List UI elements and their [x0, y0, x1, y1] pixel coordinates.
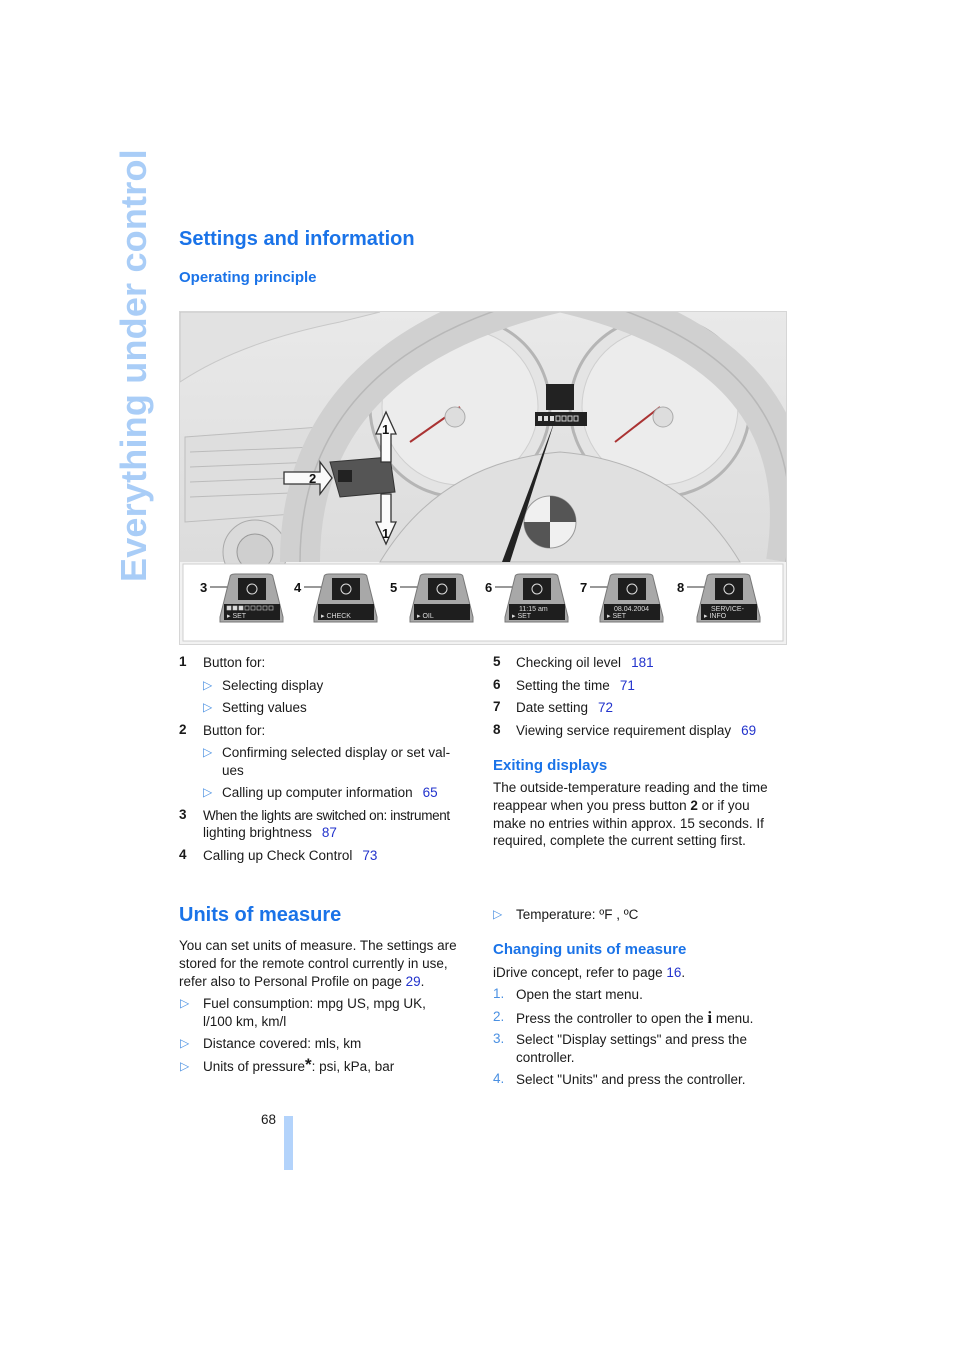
legend-text-cont: lighting brightness 87: [203, 825, 337, 840]
bullet-triangle-icon: ▷: [180, 1059, 190, 1073]
section-subtitle: Operating principle: [179, 269, 317, 286]
bullet-triangle-icon: ▷: [203, 678, 213, 692]
callout-number: 6: [485, 580, 492, 595]
legend-text: Setting the time 71: [516, 678, 635, 693]
paragraph-line: You can set units of measure. The settin…: [179, 938, 457, 953]
exiting-displays-title: Exiting displays: [493, 757, 608, 774]
dashboard-illustration: 1 2 1 3 ▸ SET 4 ▸ CHECK 5 ▸ OIL 6 11:15 am ▸ SET…: [179, 311, 787, 645]
callout-number: 7: [580, 580, 587, 595]
center-display-bar: [535, 412, 587, 426]
display-line1: 11:15 am: [519, 606, 548, 613]
legend-num: 2: [179, 722, 187, 737]
page-link[interactable]: 87: [322, 825, 337, 840]
dashboard-drawing: 1 2 1 3▸ SET4▸ CHECK5▸ OIL611:15 am▸ SET…: [180, 312, 786, 642]
oil-can-icon: [428, 578, 456, 600]
display-line2: ▸ SET: [607, 613, 627, 620]
legend-subitem: Selecting display: [222, 678, 324, 693]
legend-num: 8: [493, 722, 501, 737]
car-icon: [332, 578, 360, 600]
legend-num: 4: [179, 847, 187, 862]
arrow-label-1-up: 1: [382, 422, 389, 437]
display-line2: ▸ CHECK: [321, 613, 351, 620]
bullet-triangle-icon: ▷: [203, 745, 213, 759]
step-text: Select "Units" and press the controller.: [516, 1072, 746, 1087]
step-text: Press the controller to open the i menu.: [516, 1008, 754, 1027]
page-link[interactable]: 69: [741, 723, 756, 738]
legend-subitem: Setting values: [222, 700, 307, 715]
step-number: 1.: [493, 986, 505, 1001]
legend-num: 1: [179, 654, 187, 669]
legend-subitem-cont: ues: [222, 763, 244, 778]
legend-text: Checking oil level 181: [516, 655, 654, 670]
bullet-triangle-icon: ▷: [203, 785, 213, 799]
callout-number: 8: [677, 580, 684, 595]
arrow-label-1-down: 1: [382, 526, 389, 541]
legend-subitem: Calling up computer information 65: [222, 785, 438, 800]
step-text-cont: controller.: [516, 1050, 575, 1065]
legend-num: 7: [493, 699, 501, 714]
callout-number: 4: [294, 580, 302, 595]
page-link[interactable]: 73: [362, 848, 377, 863]
paragraph-line: make no entries within approx. 15 second…: [493, 816, 764, 831]
paragraph-line: The outside-temperature reading and the …: [493, 780, 768, 795]
instrument-lighting-icon: [238, 578, 266, 600]
legend-text: Button for:: [203, 655, 266, 670]
list-item: Fuel consumption: mpg US, mpg UK,: [203, 996, 426, 1011]
page-link[interactable]: 72: [598, 700, 613, 715]
page-marker-bar: [284, 1116, 293, 1170]
list-item: Temperature: ºF , ºC: [516, 907, 639, 922]
legend-num: 3: [179, 807, 187, 822]
display-line1: SERVICE-: [711, 606, 745, 613]
units-title: Units of measure: [179, 904, 342, 926]
clock-icon: [523, 578, 551, 600]
display-line2: ▸ SET: [512, 613, 532, 620]
page-link[interactable]: 181: [631, 655, 654, 670]
step-number: 2.: [493, 1009, 505, 1024]
page-link[interactable]: 65: [423, 785, 438, 800]
changing-intro: iDrive concept, refer to page 16.: [493, 965, 686, 980]
step-text: Open the start menu.: [516, 987, 643, 1002]
bullet-triangle-icon: ▷: [180, 996, 190, 1010]
legend-text: Date setting 72: [516, 700, 614, 715]
page-link[interactable]: 29: [406, 974, 421, 989]
bullet-triangle-icon: ▷: [180, 1036, 190, 1050]
list-item-cont: l/100 km, km/l: [203, 1014, 287, 1029]
changing-units-title: Changing units of measure: [493, 941, 687, 958]
legend-text: Calling up Check Control 73: [203, 848, 378, 863]
legend-num: 6: [493, 677, 501, 692]
legend-text: Viewing service requirement display 69: [516, 723, 757, 738]
list-item: Units of pressure*: psi, kPa, bar: [203, 1055, 395, 1074]
callout-number: 3: [200, 580, 207, 595]
bullet-triangle-icon: ▷: [493, 907, 503, 921]
legend-subitem: Confirming selected display or set val-: [222, 745, 451, 760]
paragraph-line: stored for the remote control currently …: [179, 956, 448, 971]
bullet-triangle-icon: ▷: [203, 700, 213, 714]
car-service-icon: [715, 578, 743, 600]
display-line2: ▸ SET: [227, 613, 247, 620]
center-display-icon: [546, 384, 574, 410]
legend-text: Button for:: [203, 723, 266, 738]
page-number: 68: [261, 1112, 277, 1127]
page-link[interactable]: 71: [620, 678, 635, 693]
paragraph-line: reappear when you press button 2 or if y…: [493, 798, 750, 813]
step-text: Select "Display settings" and press the: [516, 1032, 747, 1047]
arrow-label-2: 2: [309, 471, 316, 486]
section-title: Settings and information: [179, 228, 415, 250]
display-line2: ▸ INFO: [704, 613, 727, 620]
paragraph-line: refer also to Personal Profile on page 2…: [179, 974, 425, 989]
step-number: 4.: [493, 1071, 505, 1086]
optional-equipment-star-icon: *: [305, 1055, 312, 1074]
calendar-icon: [618, 578, 646, 600]
legend-text: When the lights are switched on: instrum…: [203, 808, 450, 823]
page-link[interactable]: 16: [666, 965, 681, 980]
display-line1: 08.04.2004: [614, 606, 649, 613]
legend-num: 5: [493, 654, 501, 669]
list-item: Distance covered: mls, km: [203, 1036, 362, 1051]
step-number: 3.: [493, 1031, 505, 1046]
button-ref: 2: [690, 798, 698, 813]
paragraph-line: required, complete the current setting f…: [493, 833, 746, 848]
callout-number: 5: [390, 580, 397, 595]
chapter-side-title: Everything under control: [113, 149, 154, 582]
display-line2: ▸ OIL: [417, 613, 434, 620]
